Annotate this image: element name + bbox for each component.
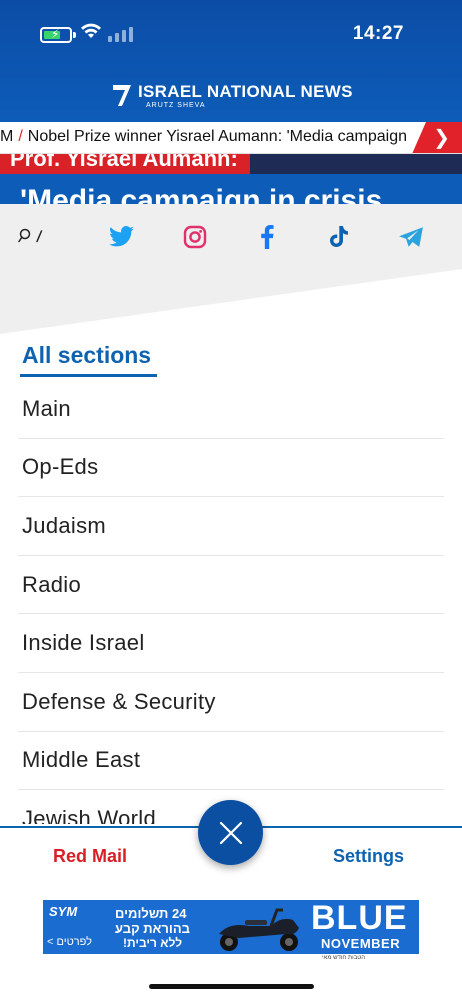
ticker-text: M / Nobel Prize winner Yisrael Aumann: 'Me… (0, 128, 407, 146)
settings-button[interactable]: Settings (333, 846, 404, 867)
ad-subheadline: NOVEMBER (321, 936, 401, 951)
section-list: Main Op-Eds Judaism Radio Inside Israel … (18, 380, 444, 824)
section-item-middle-east[interactable]: Middle East (18, 732, 444, 791)
search-icon[interactable] (16, 222, 46, 252)
ad-headline: BLUE (311, 900, 408, 937)
ad-banner[interactable]: SYM < לפרטים 24 תשלומים בהוראת קבע ללא ר… (43, 900, 419, 954)
wifi-icon (81, 23, 101, 38)
article-headline: 'Media campaign in crisis (20, 184, 383, 204)
facebook-icon[interactable] (252, 222, 282, 252)
article-caption: Prof. Yisrael Aumann: (10, 154, 238, 171)
tiktok-icon[interactable] (324, 222, 354, 252)
status-bar: ⚡ 14:27 (0, 0, 462, 70)
article-preview: Prof. Yisrael Aumann: 'Media campaign in… (0, 154, 462, 204)
all-sections-underline (20, 374, 157, 377)
ticker-prefix: M (0, 128, 14, 145)
red-mail-button[interactable]: Red Mail (53, 846, 127, 867)
ticker-separator: / (18, 128, 23, 145)
ad-line-2: בהוראת קבע (115, 921, 190, 936)
ad-line-1: 24 תשלומים (115, 906, 187, 921)
telegram-icon[interactable] (396, 222, 426, 252)
section-item-defense-security[interactable]: Defense & Security (18, 673, 444, 732)
brand-subtitle: ARUTZ SHEVA (146, 102, 206, 109)
twitter-icon[interactable] (107, 222, 137, 252)
section-item-main[interactable]: Main (18, 380, 444, 439)
brand-name: ISRAEL NATIONAL NEWS (138, 82, 353, 101)
section-item-inside-israel[interactable]: Inside Israel (18, 614, 444, 673)
ad-fine-print: הטבות חודש מאי (322, 955, 366, 961)
site-logo[interactable]: ISRAEL NATIONAL NEWS ARUTZ SHEVA (112, 82, 353, 110)
news-ticker[interactable]: M / Nobel Prize winner Yisrael Aumann: 'Me… (0, 122, 462, 154)
close-icon (219, 821, 242, 844)
ad-brand: SYM (49, 904, 78, 919)
instagram-icon[interactable] (180, 222, 210, 252)
social-row (0, 218, 462, 258)
ad-details-link[interactable]: < לפרטים (47, 936, 92, 948)
battery-charging-icon: ⚡ (40, 27, 72, 43)
all-sections-title: All sections (22, 342, 152, 368)
home-indicator[interactable] (149, 984, 314, 989)
ad-line-3: ללא ריבית! (123, 936, 183, 950)
section-item-op-eds[interactable]: Op-Eds (18, 439, 444, 498)
ticker-headline: Nobel Prize winner Yisrael Aumann: 'Medi… (27, 128, 408, 145)
status-time: 14:27 (352, 23, 404, 44)
cellular-signal-icon (108, 27, 133, 42)
section-item-radio[interactable]: Radio (18, 556, 444, 615)
close-menu-button[interactable] (198, 800, 263, 865)
menu-sheet: All sections Main Op-Eds Judaism Radio I… (0, 204, 462, 824)
ticker-next-button[interactable]: ❯ (412, 122, 462, 153)
scooter-image (219, 908, 299, 951)
section-item-judaism[interactable]: Judaism (18, 497, 444, 556)
logo-mark-icon (113, 85, 131, 106)
